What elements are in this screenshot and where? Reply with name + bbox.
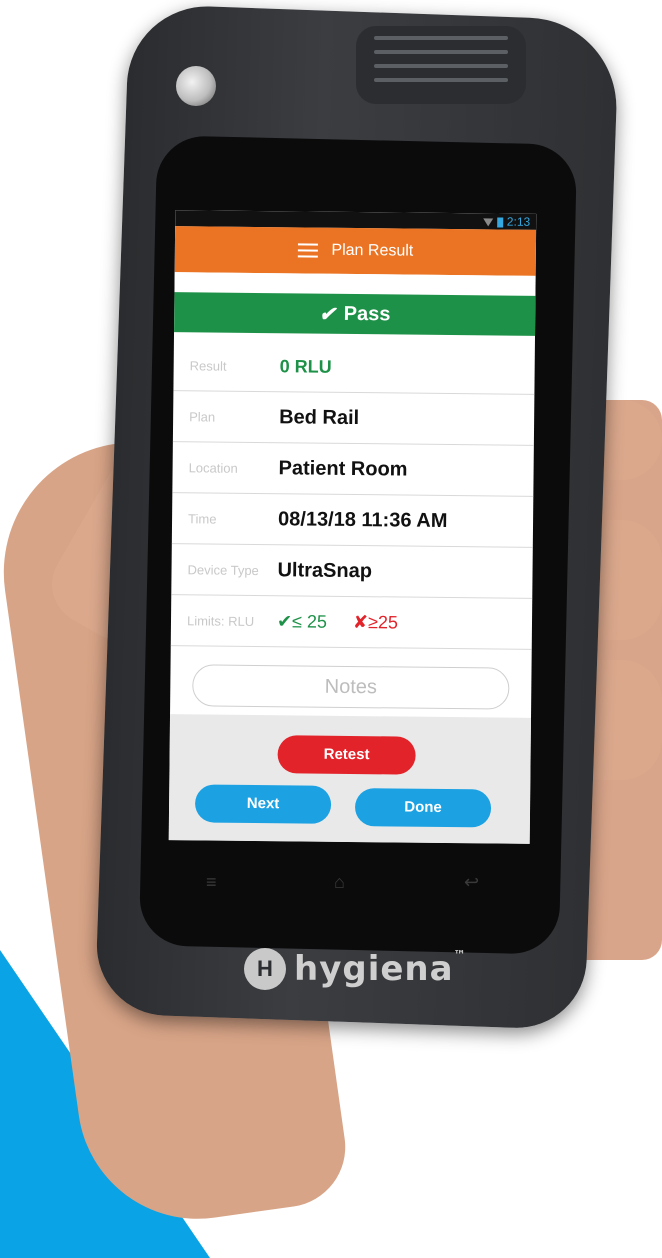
next-button[interactable]: Next — [194, 784, 332, 824]
logo-mark-icon: H — [244, 948, 286, 990]
status-time: 2:13 — [506, 214, 531, 229]
pass-label: Pass — [343, 302, 391, 325]
detail-value: UltraSnap — [277, 558, 373, 582]
camera-lens — [176, 66, 216, 106]
detail-row-result: Result 0 RLU — [173, 340, 535, 395]
pass-banner: ✔ Pass — [174, 292, 536, 336]
detail-value: Bed Rail — [279, 405, 360, 429]
action-footer: Retest Next Done — [168, 714, 532, 844]
brand-name: hygiena — [294, 949, 454, 989]
android-softkeys: ≡ ⌂ ↩ — [196, 872, 496, 896]
app-header: Plan Result — [174, 226, 537, 276]
done-button[interactable]: Done — [354, 788, 492, 828]
fail-limit: ✘≥25 — [352, 611, 399, 632]
back-icon[interactable]: ↩ — [464, 872, 479, 893]
limits-values: ✔≤ 25 ✘≥25 — [277, 611, 398, 633]
pass-limit: ✔≤ 25 — [276, 610, 328, 632]
trademark: ™ — [453, 948, 467, 962]
menu-softkey-icon[interactable]: ≡ — [206, 872, 217, 893]
result-details: Result 0 RLU Plan Bed Rail Location Pati… — [170, 340, 535, 650]
page-title: Plan Result — [331, 241, 414, 260]
detail-label: Plan — [189, 408, 216, 425]
detail-value: 0 RLU — [279, 355, 332, 377]
menu-icon[interactable] — [297, 243, 318, 258]
detail-label: Location — [188, 459, 238, 476]
wifi-icon — [482, 218, 493, 227]
speaker-grille — [356, 26, 526, 104]
detail-value: Patient Room — [278, 456, 408, 481]
hygiena-logo: H hygiena ™ — [244, 948, 467, 990]
detail-label: Result — [189, 357, 227, 374]
check-icon: ✔ — [318, 303, 336, 326]
detail-value: 08/13/18 11:36 AM — [277, 507, 448, 532]
notes-button[interactable]: Notes — [192, 664, 510, 710]
home-icon[interactable]: ⌂ — [334, 872, 345, 893]
detail-label: Device Type — [187, 561, 259, 578]
app-screen: 2:13 Plan Result ✔ Pass Result 0 RLU Pla… — [168, 210, 537, 844]
detail-row-time: Time 08/13/18 11:36 AM — [171, 493, 534, 548]
detail-row-limits: Limits: RLU ✔≤ 25 ✘≥25 — [170, 595, 533, 650]
detail-label: Limits: RLU — [186, 612, 255, 629]
detail-label: Time — [188, 510, 217, 527]
retest-button[interactable]: Retest — [277, 735, 416, 775]
battery-icon — [496, 217, 503, 228]
detail-row-device-type: Device Type UltraSnap — [171, 544, 533, 599]
detail-row-plan: Plan Bed Rail — [172, 391, 535, 446]
detail-row-location: Location Patient Room — [172, 442, 534, 497]
